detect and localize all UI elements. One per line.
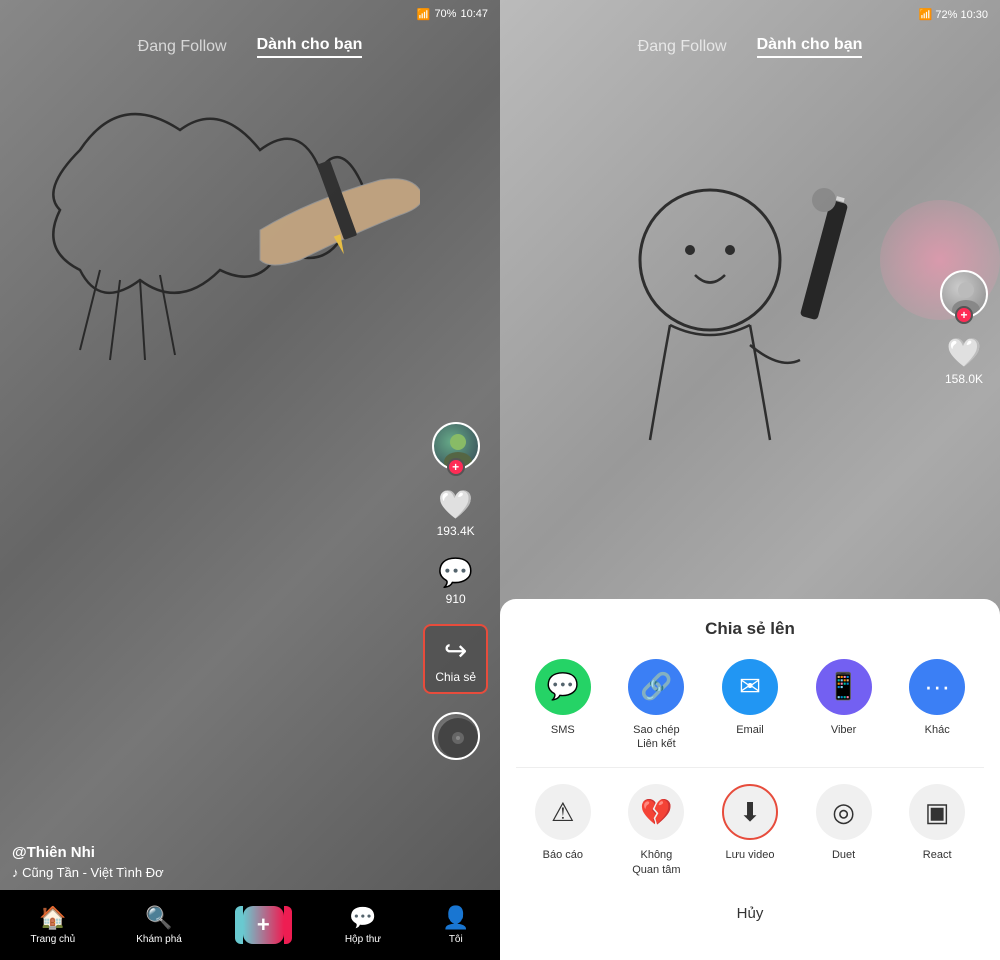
song-info-left[interactable]: ♪ Cũng Tần - Việt Tình Đơ xyxy=(12,865,430,880)
report-label: Báo cáo xyxy=(543,848,583,862)
heart-icon-left: 🤍 xyxy=(438,488,473,521)
wifi-icon-right: 📶 xyxy=(919,9,933,21)
follow-plus-badge-left[interactable]: + xyxy=(447,458,465,476)
email-label: Email xyxy=(736,723,764,737)
share-option-react[interactable]: ▣ React xyxy=(909,784,965,877)
share-option-duet[interactable]: ◎ Duet xyxy=(816,784,872,877)
divider-line xyxy=(516,767,984,768)
bottom-nav-left: 🏠 Trang chủ 🔍 Khám phá + 💬 Hộp thư 👤 Tôi xyxy=(0,890,500,960)
top-nav-left: Đang Follow Dành cho bạn xyxy=(0,28,500,66)
like-button-right[interactable]: 🤍 158.0K xyxy=(945,336,983,386)
disc-avatar-left xyxy=(432,712,480,760)
not-interested-label: KhôngQuan tâm xyxy=(632,848,680,877)
share-button-left[interactable]: ↪ Chia sẻ xyxy=(423,624,488,694)
create-icon-left[interactable]: + xyxy=(243,906,284,944)
like-button-left[interactable]: 🤍 193.4K xyxy=(437,488,475,538)
share-option-notinterested[interactable]: 💔 KhôngQuan tâm xyxy=(628,784,684,877)
share-options-row-1: 💬 SMS 🔗 Sao chépLiên kết ✉ Email 📱 Viber… xyxy=(516,659,984,752)
like-count-right: 158.0K xyxy=(945,372,983,386)
share-option-sms[interactable]: 💬 SMS xyxy=(535,659,591,752)
heart-icon-right: 🤍 xyxy=(947,336,982,369)
nav-profile-left[interactable]: 👤 Tôi xyxy=(442,905,469,945)
viber-label: Viber xyxy=(831,723,856,737)
actions-panel-left: + 🤍 193.4K 💬 910 ↪ Chia sẻ xyxy=(423,422,488,760)
comment-count-left: 910 xyxy=(446,592,466,606)
share-icon-left: ↪ xyxy=(444,634,467,667)
nav-home-label-left: Trang chủ xyxy=(31,934,76,945)
copy-link-icon: 🔗 xyxy=(628,659,684,715)
comment-button-left[interactable]: 💬 910 xyxy=(438,556,473,606)
tab-following-left[interactable]: Đang Follow xyxy=(138,38,227,56)
tab-foryou-right[interactable]: Dành cho bạn xyxy=(757,36,863,58)
cancel-button[interactable]: Hủy xyxy=(516,897,984,930)
follow-plus-badge-right[interactable]: + xyxy=(955,306,973,324)
share-option-more[interactable]: ··· Khác xyxy=(909,659,965,752)
sms-icon: 💬 xyxy=(535,659,591,715)
avatar-container-right[interactable]: + xyxy=(940,270,988,318)
duet-icon: ◎ xyxy=(816,784,872,840)
nav-explore-label-left: Khám phá xyxy=(136,934,182,945)
bottom-info-left: @Thiên Nhi ♪ Cũng Tần - Việt Tình Đơ xyxy=(12,844,430,880)
time-left: 10:47 xyxy=(460,8,488,20)
home-icon-left: 🏠 xyxy=(39,905,66,931)
duet-label: Duet xyxy=(832,848,855,862)
sms-label: SMS xyxy=(551,723,575,737)
nav-inbox-left[interactable]: 💬 Hộp thư xyxy=(345,905,381,945)
not-interested-icon: 💔 xyxy=(628,784,684,840)
nav-home-left[interactable]: 🏠 Trang chủ xyxy=(31,905,76,945)
inbox-icon-left: 💬 xyxy=(349,905,376,931)
save-video-icon: ⬇ xyxy=(722,784,778,840)
share-modal: Chia sẻ lên 💬 SMS 🔗 Sao chépLiên kết ✉ E… xyxy=(500,599,1000,960)
music-disc-left[interactable] xyxy=(432,712,480,760)
like-count-left: 193.4K xyxy=(437,524,475,538)
battery-left: 70% xyxy=(434,8,456,20)
more-label: Khác xyxy=(925,723,950,737)
bird-drawing-left xyxy=(0,70,420,470)
comment-icon-left: 💬 xyxy=(438,556,473,589)
top-nav-right: Đang Follow Dành cho bạn xyxy=(500,28,1000,66)
phone-right: 📶 72% 10:30 Đang Follow Dành cho bạn + 🤍… xyxy=(500,0,1000,960)
wifi-icon-left: 📶 xyxy=(417,8,431,21)
username-left[interactable]: @Thiên Nhi xyxy=(12,844,430,861)
share-option-viber[interactable]: 📱 Viber xyxy=(816,659,872,752)
report-icon: ⚠ xyxy=(535,784,591,840)
react-label: React xyxy=(923,848,952,862)
email-icon: ✉ xyxy=(722,659,778,715)
share-options-row-2: ⚠ Báo cáo 💔 KhôngQuan tâm ⬇ Lưu video ◎ … xyxy=(516,784,984,877)
status-bar-left: 📶 70% 10:47 xyxy=(0,0,500,28)
status-bar-right: 📶 72% 10:30 xyxy=(500,0,1000,28)
nav-create-left[interactable]: + xyxy=(243,906,284,944)
nav-profile-label-left: Tôi xyxy=(449,934,463,945)
react-icon: ▣ xyxy=(909,784,965,840)
save-video-label: Lưu video xyxy=(726,848,775,862)
copy-link-label: Sao chépLiên kết xyxy=(633,723,679,752)
nav-inbox-label-left: Hộp thư xyxy=(345,934,381,945)
search-icon-left: 🔍 xyxy=(145,905,172,931)
viber-icon: 📱 xyxy=(816,659,872,715)
share-label-left: Chia sẻ xyxy=(435,670,476,684)
share-option-report[interactable]: ⚠ Báo cáo xyxy=(535,784,591,877)
profile-icon-left: 👤 xyxy=(442,905,469,931)
more-icon: ··· xyxy=(909,659,965,715)
phone-left: 📶 70% 10:47 Đang Follow Dành cho bạn + 🤍… xyxy=(0,0,500,960)
character-drawing-right xyxy=(530,100,910,480)
nav-explore-left[interactable]: 🔍 Khám phá xyxy=(136,905,182,945)
tab-foryou-left[interactable]: Dành cho bạn xyxy=(257,36,363,58)
share-option-email[interactable]: ✉ Email xyxy=(722,659,778,752)
actions-panel-right: + 🤍 158.0K xyxy=(940,270,988,386)
share-option-save[interactable]: ⬇ Lưu video xyxy=(722,784,778,877)
share-modal-title: Chia sẻ lên xyxy=(516,619,984,639)
avatar-container-left[interactable]: + xyxy=(432,422,480,470)
time-right: 10:30 xyxy=(960,9,988,21)
tab-following-right[interactable]: Đang Follow xyxy=(638,38,727,56)
battery-right: 72% xyxy=(935,9,957,21)
share-option-copy[interactable]: 🔗 Sao chépLiên kết xyxy=(628,659,684,752)
